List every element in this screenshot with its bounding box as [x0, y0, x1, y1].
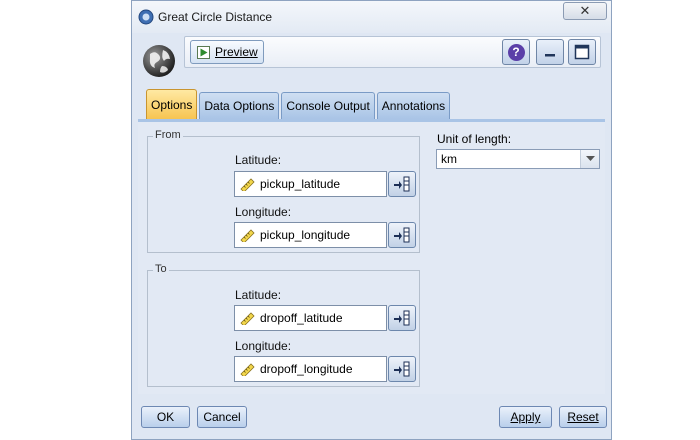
to-latitude-value: dropoff_latitude: [260, 311, 343, 325]
tab-annotations[interactable]: Annotations: [376, 92, 451, 119]
from-latitude-value: pickup_latitude: [260, 177, 341, 191]
field-picker-icon: [394, 361, 410, 377]
maximize-icon: [574, 44, 590, 60]
ok-label: OK: [156, 410, 175, 424]
to-latitude-picker-button[interactable]: [388, 305, 416, 331]
great-circle-distance-dialog: Great Circle Distance ✕ Preview ? Option…: [131, 0, 612, 440]
tab-data-options[interactable]: Data Options: [199, 92, 280, 119]
window-title: Great Circle Distance: [158, 10, 273, 24]
from-latitude-field[interactable]: pickup_latitude: [234, 171, 387, 197]
from-longitude-label: Longitude:: [235, 205, 292, 219]
unit-of-length-value: km: [441, 152, 457, 166]
apply-button[interactable]: Apply: [499, 406, 552, 428]
toolbar-area: Preview ?: [132, 33, 611, 93]
preview-label: Preview: [215, 45, 258, 59]
chevron-down-icon[interactable]: [580, 150, 599, 168]
ruler-icon: [240, 229, 255, 242]
from-longitude-field[interactable]: pickup_longitude: [234, 222, 387, 248]
title-bar[interactable]: Great Circle Distance ✕: [132, 1, 611, 33]
ruler-icon: [240, 178, 255, 191]
preview-button[interactable]: Preview: [190, 40, 264, 64]
to-legend: To: [153, 263, 169, 275]
field-picker-icon: [394, 227, 410, 243]
from-latitude-label: Latitude:: [235, 153, 282, 167]
apply-label: Apply: [510, 410, 541, 424]
to-longitude-label: Longitude:: [235, 339, 292, 353]
field-picker-icon: [394, 176, 410, 192]
cancel-button[interactable]: Cancel: [197, 406, 247, 428]
globe-icon: [143, 45, 175, 77]
toolbar: Preview ?: [184, 36, 601, 68]
to-longitude-picker-button[interactable]: [388, 356, 416, 382]
help-button[interactable]: ?: [502, 39, 530, 65]
from-group: From Latitude: pickup_latitude Longitude…: [147, 129, 420, 253]
from-legend: From: [153, 129, 183, 141]
tab-console-output[interactable]: Console Output: [281, 92, 375, 119]
to-longitude-value: dropoff_longitude: [260, 362, 353, 376]
ruler-icon: [240, 363, 255, 376]
tab-bar: Options Data Options Console Output Anno…: [146, 89, 451, 119]
options-panel: From Latitude: pickup_latitude Longitude…: [138, 119, 605, 394]
field-picker-icon: [394, 310, 410, 326]
to-latitude-label: Latitude:: [235, 288, 282, 302]
from-latitude-picker-button[interactable]: [388, 171, 416, 197]
reset-label: Reset: [567, 410, 599, 424]
unit-of-length-select[interactable]: km: [436, 149, 600, 169]
unit-of-length-label: Unit of length:: [437, 132, 512, 146]
from-longitude-picker-button[interactable]: [388, 222, 416, 248]
tab-options[interactable]: Options: [146, 89, 198, 119]
from-longitude-value: pickup_longitude: [260, 228, 351, 242]
to-group: To Latitude: dropoff_latitude Longitude:: [147, 263, 420, 387]
minimize-icon: [545, 54, 555, 57]
minimize-button[interactable]: [536, 39, 564, 65]
cancel-label: Cancel: [203, 410, 241, 424]
reset-button[interactable]: Reset: [559, 406, 607, 428]
ruler-icon: [240, 312, 255, 325]
close-icon: ✕: [579, 3, 591, 18]
play-icon: [197, 45, 210, 59]
maximize-button[interactable]: [568, 39, 596, 65]
close-button[interactable]: ✕: [563, 2, 607, 20]
to-latitude-field[interactable]: dropoff_latitude: [234, 305, 387, 331]
to-longitude-field[interactable]: dropoff_longitude: [234, 356, 387, 382]
node-icon: [138, 9, 154, 25]
ok-button[interactable]: OK: [141, 406, 190, 428]
help-icon: ?: [507, 43, 525, 61]
